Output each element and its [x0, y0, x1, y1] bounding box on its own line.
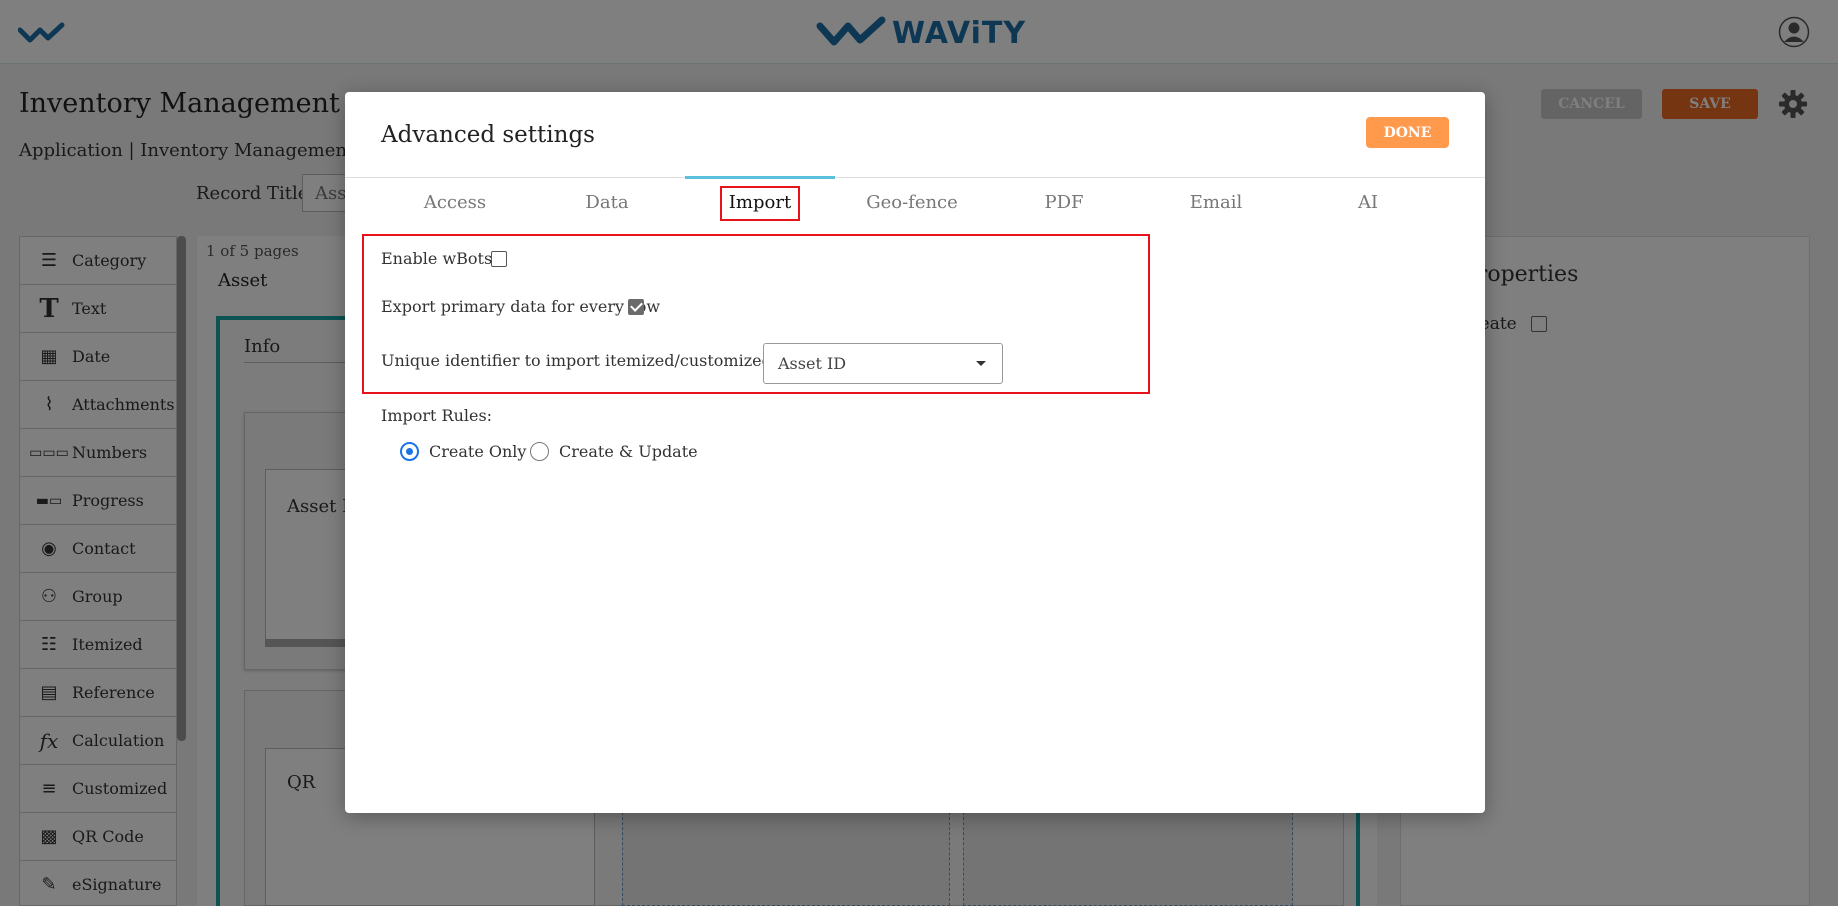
dialog-divider [345, 177, 1485, 178]
tab-data[interactable]: Data [532, 192, 682, 213]
tab-geo-fence[interactable]: Geo-fence [837, 192, 987, 213]
tab-ai[interactable]: AI [1293, 192, 1443, 213]
create-only-label[interactable]: Create Only [429, 442, 526, 461]
done-button[interactable]: DONE [1366, 117, 1449, 148]
active-tab-indicator [685, 176, 835, 179]
create-update-label[interactable]: Create & Update [559, 442, 698, 461]
export-primary-checkbox[interactable] [628, 299, 644, 315]
advanced-settings-dialog: Advanced settings DONE Access Data Impor… [345, 92, 1485, 813]
enable-wbots-checkbox[interactable] [491, 251, 507, 267]
export-primary-label: Export primary data for every row [381, 297, 661, 316]
unique-identifier-select[interactable]: Asset ID [763, 343, 1003, 384]
import-rules-label: Import Rules: [381, 406, 493, 425]
tab-highlight-box [720, 186, 800, 221]
tab-access[interactable]: Access [380, 192, 530, 213]
create-only-radio[interactable] [400, 442, 419, 461]
tab-pdf[interactable]: PDF [989, 192, 1139, 213]
create-update-radio[interactable] [530, 442, 549, 461]
unique-identifier-value: Asset ID [778, 354, 847, 373]
unique-identifier-label: Unique identifier to import itemized/cus… [381, 351, 813, 370]
tab-email[interactable]: Email [1141, 192, 1291, 213]
caret-down-icon [976, 361, 986, 366]
dialog-title: Advanced settings [381, 122, 595, 148]
enable-wbots-label: Enable wBots [381, 249, 493, 268]
